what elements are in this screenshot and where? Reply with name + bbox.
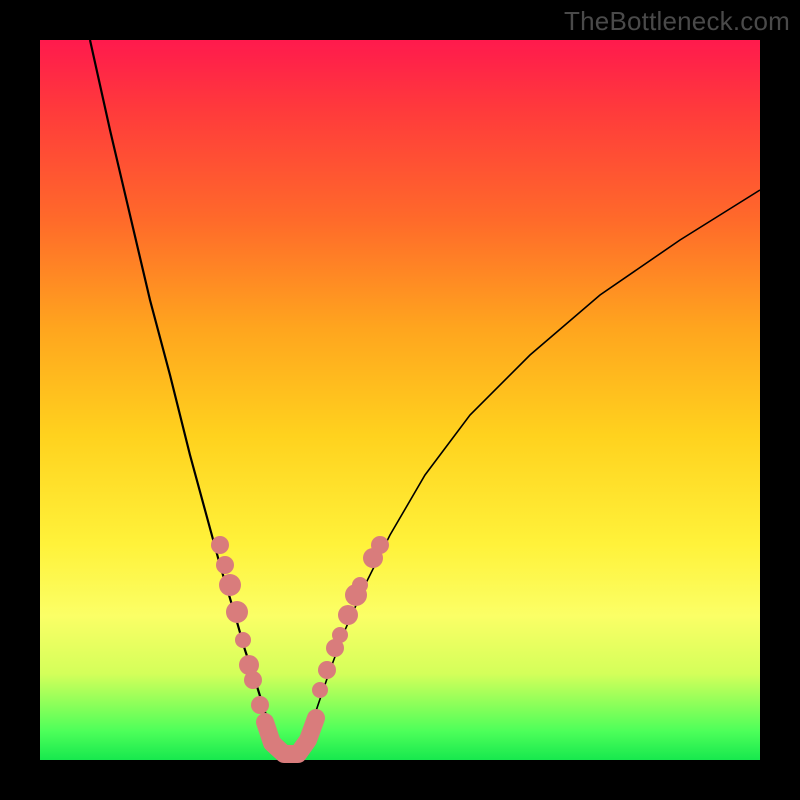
marker-dot bbox=[251, 696, 269, 714]
marker-dot bbox=[244, 671, 262, 689]
marker-dot bbox=[226, 601, 248, 623]
marker-dot bbox=[216, 556, 234, 574]
left-curve bbox=[90, 40, 280, 758]
marker-dot bbox=[211, 536, 229, 554]
plot-area bbox=[40, 40, 760, 760]
marker-dot bbox=[371, 536, 389, 554]
marker-dot bbox=[338, 605, 358, 625]
marker-dot bbox=[352, 577, 368, 593]
marker-dot bbox=[312, 682, 328, 698]
credit-label: TheBottleneck.com bbox=[564, 6, 790, 37]
marker-dot bbox=[318, 661, 336, 679]
chart-frame: TheBottleneck.com bbox=[0, 0, 800, 800]
curve-layer bbox=[40, 40, 760, 760]
valley-highlight bbox=[265, 718, 316, 754]
marker-dot bbox=[219, 574, 241, 596]
marker-dot bbox=[332, 627, 348, 643]
marker-dot bbox=[235, 632, 251, 648]
right-curve bbox=[300, 190, 760, 758]
